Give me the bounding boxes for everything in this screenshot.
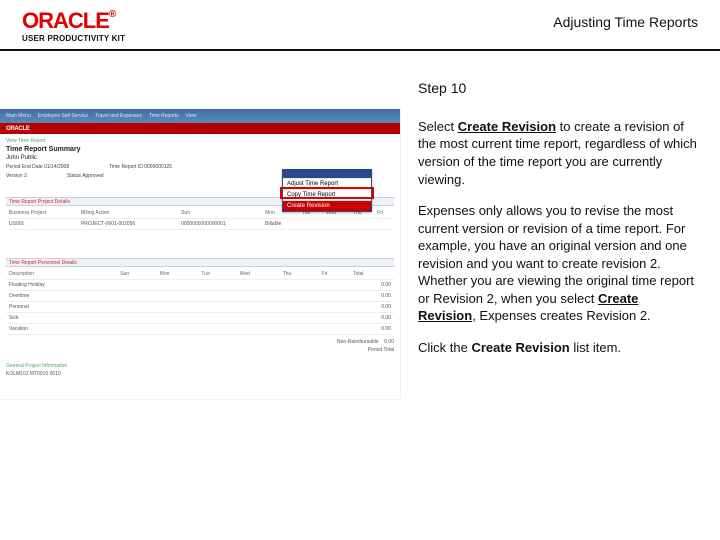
- guide-paragraph: Expenses only allows you to revise the m…: [418, 202, 698, 325]
- app-tabbar: Main Menu Employee Self Service Travel a…: [0, 109, 400, 123]
- tab[interactable]: Time Reports: [149, 113, 179, 119]
- table-row: Personal 0.00: [6, 302, 394, 313]
- main-content: Main Menu Employee Self Service Travel a…: [0, 51, 720, 399]
- section-header: Time Report Personnel Details: [6, 258, 394, 267]
- col-header: Fri: [374, 208, 394, 219]
- breadcrumb: View Time Report: [6, 138, 394, 144]
- page-header: ORACLE® USER PRODUCTIVITY KIT Adjusting …: [0, 0, 720, 51]
- cell: [350, 219, 374, 230]
- highlight-box: [280, 187, 374, 199]
- cell: 0.00: [350, 302, 394, 313]
- emphasis-create-revision: Create Revision: [471, 340, 569, 355]
- cell: PROJECT-0001-002056: [78, 219, 178, 230]
- col-header: Billing Action: [78, 208, 178, 219]
- col-header: Description: [6, 269, 117, 280]
- emphasis-create-revision: Create Revision: [458, 119, 556, 134]
- tab[interactable]: Main Menu: [6, 113, 31, 119]
- col-header: Wed: [237, 269, 280, 280]
- cell: Personal: [6, 302, 117, 313]
- col-header: Tue: [198, 269, 236, 280]
- guide-pane: Step 10 Select Create Revision to create…: [418, 69, 698, 399]
- step-label: Step 10: [418, 79, 698, 98]
- cell: 0.00: [350, 280, 394, 291]
- cell: 0.00: [350, 324, 394, 335]
- app-brandbar: ORACLE: [0, 123, 400, 134]
- brand-block: ORACLE® USER PRODUCTIVITY KIT: [22, 10, 125, 43]
- tab[interactable]: View: [186, 113, 197, 119]
- col-header: Total: [350, 269, 394, 280]
- footer-codes: KOLM101 MT0010 0010: [6, 371, 394, 377]
- cell: Billable: [262, 219, 299, 230]
- employee-name: John Public: [6, 155, 394, 161]
- embedded-screenshot: Main Menu Employee Self Service Travel a…: [0, 109, 400, 399]
- table-row: Floating Holiday 0.00: [6, 280, 394, 291]
- table-row: Sick 0.00: [6, 313, 394, 324]
- guide-paragraph: Select Create Revision to create a revis…: [418, 118, 698, 188]
- cell: 0.00: [350, 313, 394, 324]
- cell: [323, 219, 350, 230]
- tab[interactable]: Employee Self Service: [38, 113, 88, 119]
- col-header: Sun: [178, 208, 262, 219]
- app-logo: ORACLE: [6, 126, 30, 132]
- col-header: Business Project: [6, 208, 78, 219]
- tab[interactable]: Travel and Expenses: [95, 113, 142, 119]
- doc-title: Adjusting Time Reports: [553, 14, 698, 30]
- field-label: Period End Date: [6, 164, 43, 170]
- field-label: Time Report ID: [109, 164, 143, 170]
- cell: [299, 219, 323, 230]
- cell: Vacation: [6, 324, 117, 335]
- oracle-logo: ORACLE®: [22, 10, 125, 32]
- cell: Overtime: [6, 291, 117, 302]
- personnel-details-table: Description Sun Mon Tue Wed Thu Fri Tota…: [6, 269, 394, 335]
- field-value: Approved: [82, 173, 103, 179]
- table-row: Overtime 0.00: [6, 291, 394, 302]
- footer-link[interactable]: General Project Information: [6, 363, 394, 369]
- cell: [374, 219, 394, 230]
- col-header: Fri: [319, 269, 350, 280]
- cell: Sick: [6, 313, 117, 324]
- field-value: 01/14/2008: [44, 164, 69, 170]
- field-label: Period Total: [368, 347, 394, 353]
- field-value: 0.00: [384, 339, 394, 345]
- field-label: Non-Reimbursable: [337, 339, 379, 345]
- table-header-row: Description Sun Mon Tue Wed Thu Fri Tota…: [6, 269, 394, 280]
- table-row: Vacation 0.00: [6, 324, 394, 335]
- dropdown-item-create-revision[interactable]: Create Revision: [283, 200, 371, 211]
- product-subtitle: USER PRODUCTIVITY KIT: [22, 34, 125, 43]
- cell: 0.00: [350, 291, 394, 302]
- table-row: US001 PROJECT-0001-002056 00000000000000…: [6, 219, 394, 230]
- cell: US001: [6, 219, 78, 230]
- page-title: Time Report Summary: [6, 146, 394, 153]
- guide-instruction: Click the Create Revision list item.: [418, 339, 698, 357]
- field-label: Status: [67, 173, 81, 179]
- field-label: Version: [6, 173, 23, 179]
- cell: 0000000000000001: [178, 219, 262, 230]
- field-value: 2: [24, 173, 27, 179]
- col-header: Thu: [280, 269, 319, 280]
- col-header: Sun: [117, 269, 157, 280]
- cell: Floating Holiday: [6, 280, 117, 291]
- field-value: 0000000125: [144, 164, 172, 170]
- col-header: Mon: [157, 269, 199, 280]
